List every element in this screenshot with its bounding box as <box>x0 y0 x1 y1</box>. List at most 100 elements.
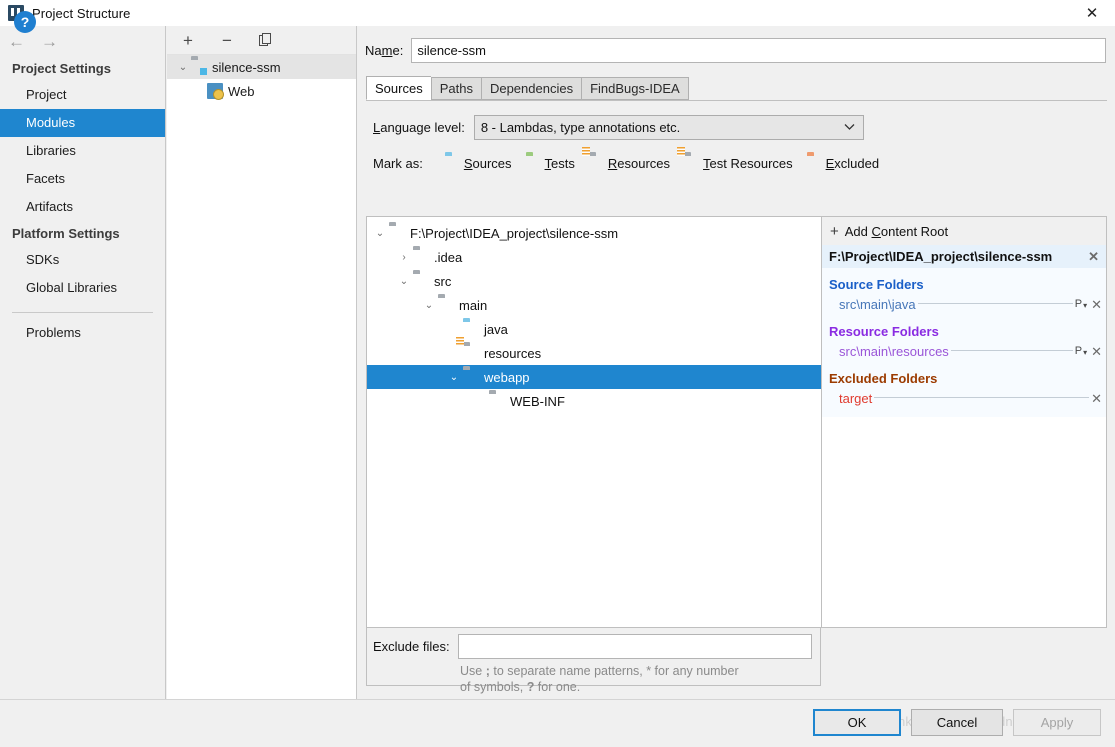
remove-module-icon[interactable]: − <box>218 31 236 49</box>
tab-sources[interactable]: Sources <box>366 76 431 100</box>
content-roots-panel: + Add Content Root F:\Project\IDEA_proje… <box>821 216 1107 628</box>
tree-row-java[interactable]: java <box>367 317 821 341</box>
forward-arrow-icon[interactable]: → <box>41 33 58 50</box>
excluded-folder-icon <box>807 155 823 171</box>
module-name-label: Name: <box>365 43 404 58</box>
tree-row-web-inf[interactable]: WEB-INF <box>367 389 821 413</box>
sidebar-item-global-libraries[interactable]: Global Libraries <box>0 274 165 302</box>
mark-as-sources-label: Sources <box>463 155 512 171</box>
window-title: Project Structure <box>32 5 131 21</box>
chevron-right-icon[interactable]: › <box>395 252 413 263</box>
help-button[interactable]: ? <box>14 11 36 33</box>
mark-as-excluded-button[interactable]: Excluded <box>807 155 879 171</box>
source-folders-title: Source Folders <box>829 277 924 292</box>
chevron-down-icon[interactable]: ⌄ <box>445 372 463 383</box>
sidebar-item-modules[interactable]: Modules <box>0 109 165 137</box>
language-level-row: Language level: 8 - Lambdas, type annota… <box>366 101 1107 140</box>
folder-icon <box>389 225 405 241</box>
tree-row-resources[interactable]: resources <box>367 341 821 365</box>
language-level-label: Language level: <box>373 120 465 135</box>
tree-row-label: webapp <box>484 369 530 385</box>
add-module-icon[interactable]: + <box>179 31 197 49</box>
mark-as-excluded-label: Excluded <box>825 155 880 171</box>
entry-rule <box>874 397 1090 398</box>
web-facet-icon <box>207 83 224 100</box>
tree-row-content-root[interactable]: ⌄ F:\Project\IDEA_project\silence-ssm <box>367 221 821 245</box>
sidebar-item-facets[interactable]: Facets <box>0 165 165 193</box>
exclude-files-section: Exclude files: Use ; to separate name pa… <box>366 628 821 694</box>
tab-findbugs-idea[interactable]: FindBugs-IDEA <box>581 77 689 100</box>
exclude-files-label: Exclude files: <box>373 639 450 654</box>
package-prefix-icon[interactable]: P ▾ <box>1075 346 1087 357</box>
title-bar: Project Structure ✕ <box>0 0 1115 26</box>
resources-folder-icon <box>463 345 479 361</box>
chevron-down-icon[interactable] <box>844 122 855 133</box>
add-content-root-button[interactable]: + Add Content Root <box>822 217 1106 245</box>
exclude-files-row: Exclude files: <box>367 628 820 659</box>
sidebar-item-artifacts[interactable]: Artifacts <box>0 193 165 221</box>
excluded-folder-entry[interactable]: target ✕ <box>822 388 1106 409</box>
tree-row-label: F:\Project\IDEA_project\silence-ssm <box>410 225 619 241</box>
resource-folder-entry[interactable]: src\main\resources P ▾ ✕ <box>822 341 1106 362</box>
mark-as-sources-button[interactable]: Sources <box>445 155 512 171</box>
module-folder-icon <box>191 59 207 75</box>
cancel-button[interactable]: Cancel <box>911 709 1003 736</box>
module-name-input[interactable] <box>411 38 1106 63</box>
folder-icon <box>413 273 429 289</box>
mark-as-test-resources-button[interactable]: Test Resources <box>684 155 793 171</box>
module-tree-row-silence-ssm[interactable]: ⌄ silence-ssm <box>167 55 356 79</box>
apply-button: Apply <box>1013 709 1101 736</box>
exclude-files-input[interactable] <box>457 634 812 659</box>
entry-rule <box>917 303 1073 304</box>
editor-tabs: Sources Paths Dependencies FindBugs-IDEA <box>366 76 1115 100</box>
sources-tab-panel: Language level: 8 - Lambdas, type annota… <box>366 100 1107 694</box>
tree-row-label: WEB-INF <box>510 393 565 409</box>
module-tree-row-web[interactable]: Web <box>167 79 356 103</box>
resource-folders-title: Resource Folders <box>829 324 939 339</box>
sidebar-item-project[interactable]: Project <box>0 81 165 109</box>
tree-row-webapp[interactable]: ⌄ webapp <box>367 365 821 389</box>
sources-folder-icon <box>463 321 479 337</box>
tab-paths[interactable]: Paths <box>430 77 481 100</box>
remove-content-root-icon[interactable]: ✕ <box>1088 250 1102 263</box>
sidebar-item-libraries[interactable]: Libraries <box>0 137 165 165</box>
plus-icon: + <box>830 222 839 240</box>
content-file-tree[interactable]: ⌄ F:\Project\IDEA_project\silence-ssm › … <box>366 216 821 628</box>
tree-row-label: .idea <box>434 249 463 265</box>
chevron-down-icon[interactable]: ⌄ <box>175 62 191 73</box>
remove-source-folder-icon[interactable]: ✕ <box>1091 298 1102 311</box>
package-prefix-icon[interactable]: P ▾ <box>1075 299 1087 310</box>
sidebar-item-sdks[interactable]: SDKs <box>0 246 165 274</box>
folder-icon <box>413 249 429 265</box>
tree-row-main[interactable]: ⌄ main <box>367 293 821 317</box>
remove-excluded-folder-icon[interactable]: ✕ <box>1091 392 1102 405</box>
chevron-down-icon[interactable]: ⌄ <box>420 300 438 311</box>
source-folder-entry[interactable]: src\main\java P ▾ ✕ <box>822 294 1106 315</box>
modules-toolbar: + − <box>167 26 356 55</box>
resource-folder-path: src\main\resources <box>839 344 949 359</box>
tree-row-src[interactable]: ⌄ src <box>367 269 821 293</box>
tree-row-idea[interactable]: › .idea <box>367 245 821 269</box>
sidebar-item-problems[interactable]: Problems <box>0 319 165 347</box>
mark-as-test-resources-label: Test Resources <box>703 155 793 171</box>
modules-panel: + − ⌄ silence-ssm Web <box>167 26 357 699</box>
copy-module-icon[interactable] <box>257 31 275 49</box>
ok-button[interactable]: OK <box>813 709 901 736</box>
folder-icon <box>489 393 505 409</box>
tree-row-label: main <box>459 297 488 313</box>
mark-as-resources-button[interactable]: Resources <box>589 155 670 171</box>
chevron-down-icon[interactable]: ⌄ <box>371 228 389 239</box>
mark-as-resources-label: Resources <box>607 155 671 171</box>
language-level-value: 8 - Lambdas, type annotations etc. <box>480 120 681 135</box>
test-resources-folder-icon <box>684 155 700 171</box>
back-arrow-icon[interactable]: ← <box>8 33 25 50</box>
remove-resource-folder-icon[interactable]: ✕ <box>1091 345 1102 358</box>
content-root-path: F:\Project\IDEA_project\silence-ssm <box>829 249 1053 264</box>
close-icon[interactable]: ✕ <box>1069 0 1115 26</box>
tab-dependencies[interactable]: Dependencies <box>480 77 582 100</box>
mark-as-tests-button[interactable]: Tests <box>526 155 575 171</box>
chevron-down-icon[interactable]: ⌄ <box>395 276 413 287</box>
tests-folder-icon <box>526 155 542 171</box>
language-level-select[interactable]: 8 - Lambdas, type annotations etc. <box>473 115 864 140</box>
project-structure-dialog: Project Structure ✕ ← → Project Settings… <box>0 0 1115 747</box>
